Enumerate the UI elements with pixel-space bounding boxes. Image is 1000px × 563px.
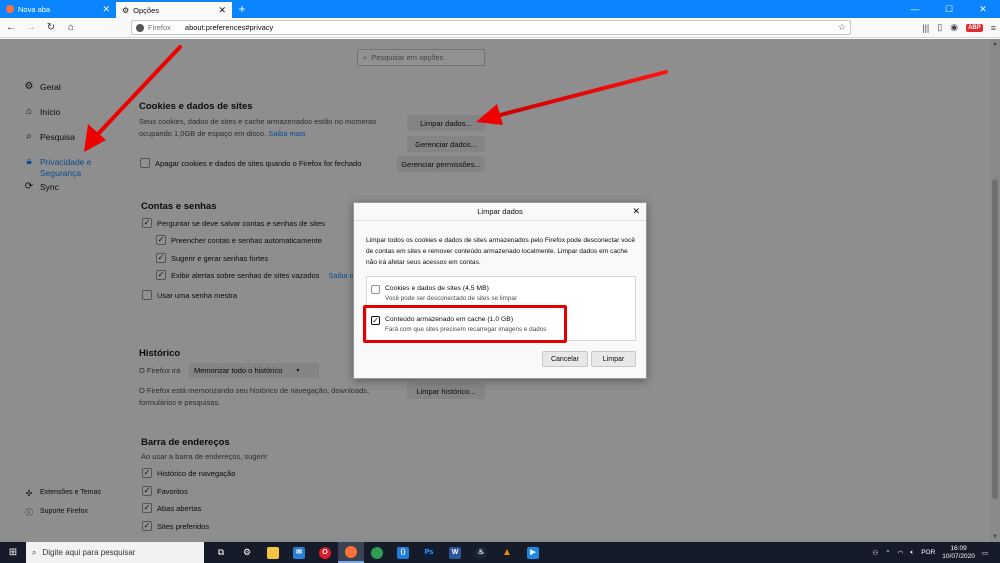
vscode-icon[interactable]: ⟨⟩ — [390, 542, 416, 563]
dialog-title: Limpar dados — [477, 207, 523, 216]
windows-start-icon[interactable]: ⊞ — [0, 542, 26, 563]
tab-label: Opções — [133, 5, 160, 15]
navigation-bar: ← → ↻ ⌂ Firefox about:preferences#privac… — [0, 18, 1000, 38]
sidebar-icon[interactable]: ▯ — [937, 22, 942, 33]
adblock-icon[interactable]: ABP — [966, 23, 983, 32]
settings-icon[interactable]: ⚙ — [234, 542, 260, 563]
close-window-icon[interactable]: ✕ — [966, 0, 1000, 18]
account-icon[interactable]: ◉ — [950, 22, 958, 33]
taskbar-clock[interactable]: 16:09 10/07/2020 — [942, 545, 975, 561]
reload-icon[interactable]: ↻ — [44, 21, 58, 35]
opera-icon[interactable]: O — [312, 542, 338, 563]
close-tab-icon[interactable]: ✕ — [102, 4, 110, 15]
toolbar-right: ||| ▯ ◉ ABP ≡ — [922, 20, 996, 35]
tab-new-tab[interactable]: Nova aba ✕ — [0, 0, 116, 18]
video-player-icon[interactable]: ▶ — [520, 542, 546, 563]
url-text[interactable]: about:preferences#privacy — [185, 23, 273, 32]
taskbar-apps: ⧉ ⚙ ✉ O ⟨⟩ Ps W ♨ ▲ ▶ — [208, 542, 546, 563]
notifications-icon[interactable]: ▭ — [982, 549, 988, 557]
gear-icon: ⚙ — [122, 5, 130, 15]
firefox-icon — [6, 5, 14, 13]
language-indicator[interactable]: POR — [921, 549, 935, 556]
task-view-icon[interactable]: ⧉ — [208, 542, 234, 563]
firefox-icon[interactable] — [338, 542, 364, 563]
menu-icon[interactable]: ≡ — [991, 23, 996, 33]
cancel-button[interactable]: Cancelar — [542, 351, 588, 367]
close-tab-icon[interactable]: ✕ — [218, 5, 226, 16]
file-explorer-icon[interactable] — [260, 542, 286, 563]
cookies-option[interactable]: Cookies e dados de sites (4,5 MB) Você p… — [371, 285, 517, 302]
wifi-icon[interactable]: ◠ — [898, 549, 904, 557]
steam-icon[interactable]: ♨ — [468, 542, 494, 563]
clear-data-dialog: Limpar dados ✕ Limpar todos os cookies e… — [353, 202, 647, 379]
dialog-description: Limpar todos os cookies e dados de sites… — [366, 237, 636, 266]
search-icon: ⌕ — [32, 547, 37, 557]
minimize-icon[interactable]: — — [898, 0, 932, 18]
firefox-identity-icon — [136, 23, 144, 32]
taskbar-search-input[interactable]: ⌕ Digite aqui para pesquisar — [26, 542, 204, 563]
system-tray: ⚇ ⌃ ◠ 🔈︎ POR 16:09 10/07/2020 ▭ — [872, 542, 988, 563]
new-tab-button[interactable]: + — [232, 0, 252, 18]
checkbox[interactable] — [371, 285, 380, 294]
home-icon[interactable]: ⌂ — [64, 21, 78, 35]
people-icon[interactable]: ⚇ — [872, 549, 878, 557]
show-hidden-icons-icon[interactable]: ⌃ — [885, 549, 890, 557]
photoshop-icon[interactable]: Ps — [416, 542, 442, 563]
maximize-icon[interactable]: ☐ — [932, 0, 966, 18]
close-icon[interactable]: ✕ — [632, 206, 640, 217]
vlc-icon[interactable]: ▲ — [494, 542, 520, 563]
clear-button[interactable]: Limpar — [591, 351, 636, 367]
back-icon[interactable]: ← — [4, 21, 18, 35]
bookmark-star-icon[interactable]: ☆ — [838, 22, 846, 33]
forward-icon[interactable]: → — [24, 21, 38, 35]
tab-options[interactable]: ⚙ Opções ✕ — [116, 0, 232, 18]
library-icon[interactable]: ||| — [922, 23, 929, 33]
word-icon[interactable]: W — [442, 542, 468, 563]
greenshot-icon[interactable] — [364, 542, 390, 563]
tab-label: Nova aba — [18, 4, 51, 14]
mail-icon[interactable]: ✉ — [286, 542, 312, 563]
tab-strip: Nova aba ✕ ⚙ Opções ✕ + — ☐ ✕ — [0, 0, 1000, 18]
dialog-header: Limpar dados ✕ — [354, 203, 646, 221]
windows-taskbar: ⊞ ⌕ Digite aqui para pesquisar ⧉ ⚙ ✉ O ⟨… — [0, 542, 1000, 563]
volume-icon[interactable]: 🔈︎ — [910, 549, 914, 557]
highlight-box — [363, 305, 567, 343]
url-bar[interactable]: Firefox about:preferences#privacy ☆ — [131, 20, 851, 35]
window-controls: — ☐ ✕ — [898, 0, 1000, 18]
identity-label: Firefox — [148, 23, 171, 32]
